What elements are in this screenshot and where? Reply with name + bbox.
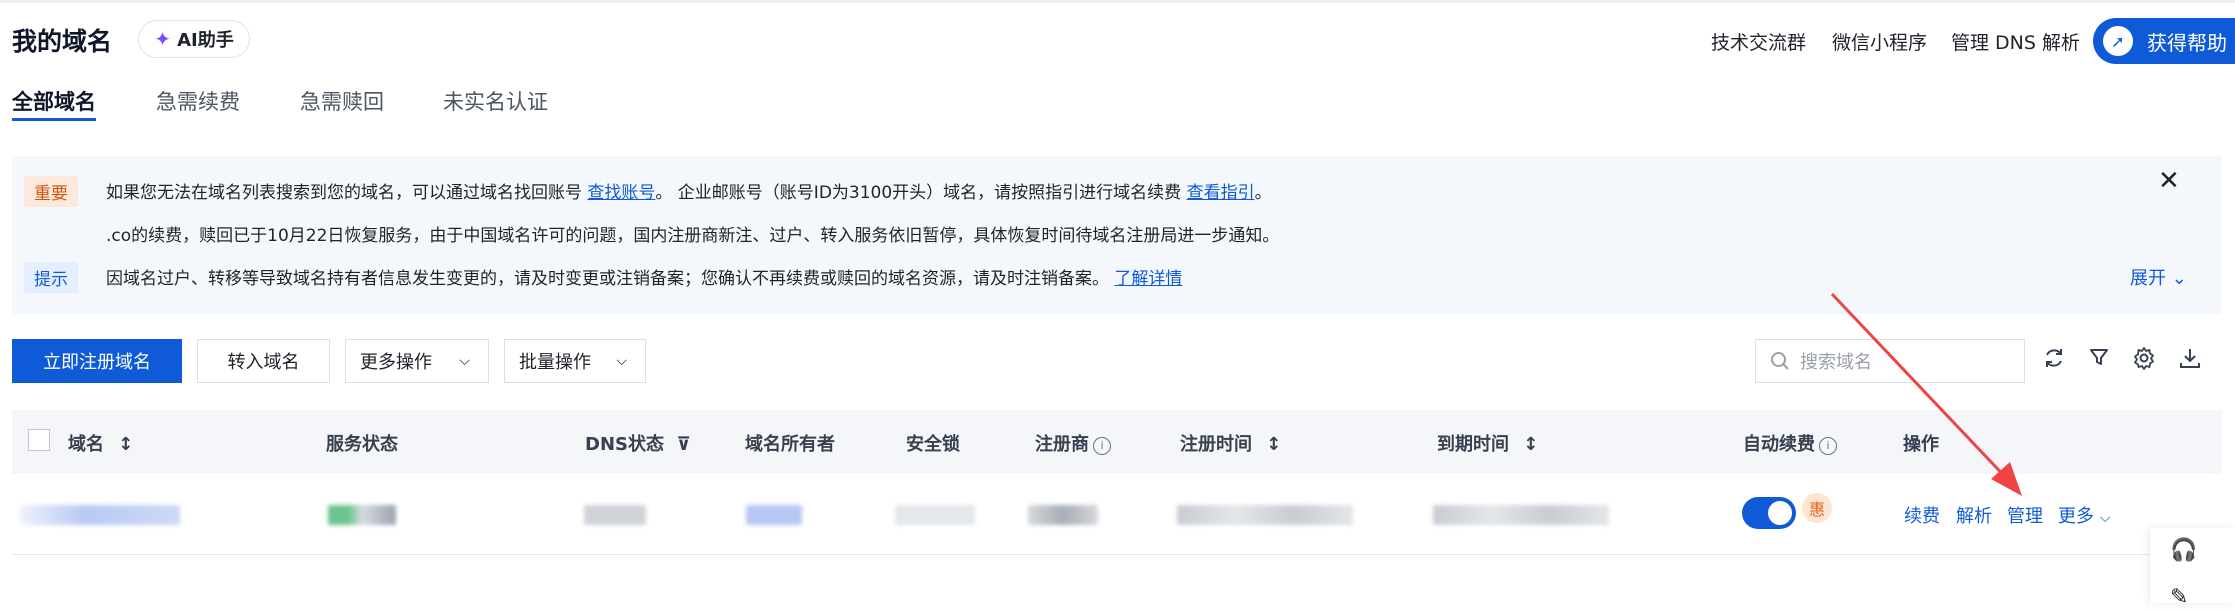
customer-service-icon[interactable]: 🎧 bbox=[2170, 538, 2197, 563]
feedback-icon[interactable]: ✎ bbox=[2170, 585, 2188, 610]
annotation-arrow bbox=[1830, 292, 2022, 496]
